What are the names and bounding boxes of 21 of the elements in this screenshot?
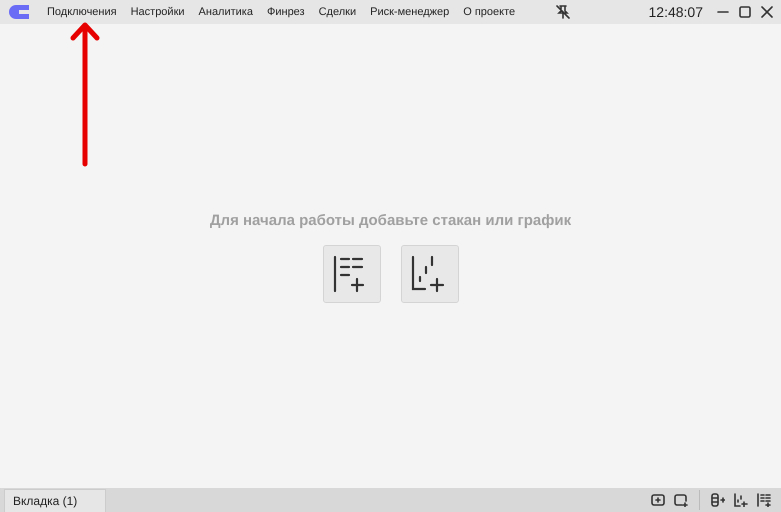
menu-item[interactable]: Сделки xyxy=(312,2,364,22)
menu-item[interactable]: Риск-менеджер xyxy=(363,2,456,22)
pin-off-icon[interactable] xyxy=(556,5,570,19)
tab[interactable]: Вкладка (1) xyxy=(4,488,106,512)
menu-item[interactable]: Настройки xyxy=(124,2,192,22)
list-add-icon[interactable] xyxy=(757,493,771,507)
empty-message: Для начала работы добавьте стакан или график xyxy=(210,212,572,228)
menu-item[interactable]: Аналитика xyxy=(192,2,260,22)
menu-item[interactable]: Подключения xyxy=(40,2,124,22)
close-icon[interactable] xyxy=(761,6,773,18)
maximize-icon[interactable] xyxy=(739,6,751,18)
menu-item[interactable]: Финрез xyxy=(260,2,312,22)
orderbook-add-icon[interactable] xyxy=(711,493,725,507)
add-chart-button[interactable] xyxy=(400,244,458,302)
window-add-icon[interactable] xyxy=(651,493,665,507)
clock: 12:48:07 xyxy=(648,4,703,20)
add-orderbook-button[interactable] xyxy=(322,244,380,302)
chart-add-icon[interactable] xyxy=(734,493,748,507)
group-add-icon[interactable] xyxy=(674,493,688,507)
logo-icon xyxy=(8,4,30,20)
menu-item[interactable]: О проекте xyxy=(456,2,522,22)
